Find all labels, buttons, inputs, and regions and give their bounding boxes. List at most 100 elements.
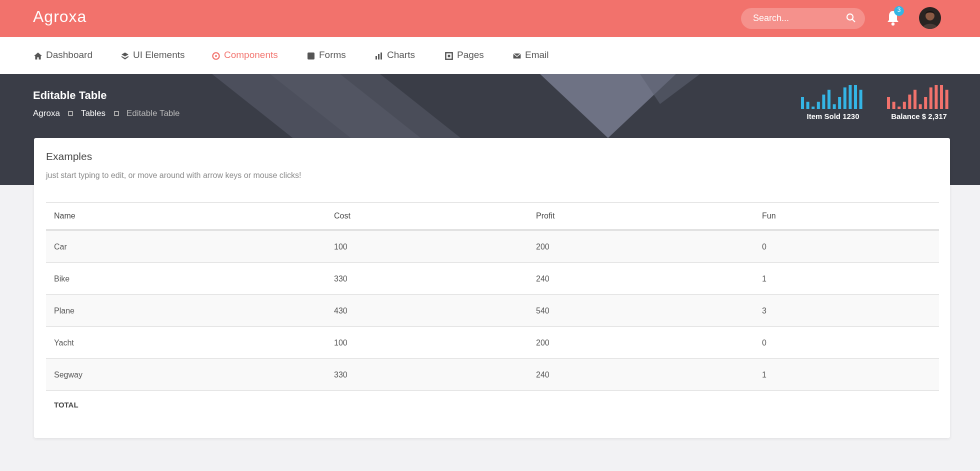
breadcrumb-item[interactable]: Tables [81,108,106,118]
nav-email[interactable]: Email [513,50,549,61]
table-cell[interactable]: 100 [334,338,347,347]
table-header-row: Name Cost Profit Fun [46,202,939,231]
sparkline-bar [848,85,852,109]
table-row: Segway 330 240 1 [46,359,939,391]
search-input[interactable]: Search... [753,13,789,23]
nav-pages[interactable]: Pages [445,50,484,61]
nav-label: Pages [457,50,484,61]
table-cell[interactable]: Plane [54,306,74,315]
table-total-row: TOTAL [46,391,939,419]
total-label: TOTAL [54,400,79,410]
nav-label: Charts [387,50,415,61]
breadcrumb-separator-icon [67,110,73,116]
sparkline-bar [929,87,933,109]
sparkline-bar [887,97,890,109]
table-cell[interactable]: Yacht [54,338,74,347]
balance-label: Balance $ 2,317 [891,112,947,121]
sparkline-bar [902,101,906,109]
breadcrumb: Agroxa Tables Editable Table [33,108,180,118]
nav-ui-elements[interactable]: UI Elements [121,50,185,61]
sparkline-bar [801,97,804,109]
table-cell[interactable]: 540 [536,306,549,315]
table-cell[interactable]: 240 [536,274,549,283]
breadcrumb-current: Editable Table [126,108,180,118]
table-cell[interactable]: 0 [762,338,766,347]
table-cell[interactable]: 200 [536,338,549,347]
sparkline-bar [822,94,826,109]
sparkline-bar [816,101,820,109]
table-cell[interactable]: 240 [536,370,549,379]
sparkline-bar [924,97,928,109]
sparkline-bar [838,97,842,109]
user-avatar[interactable] [919,7,941,29]
table-cell[interactable]: 0 [762,242,766,251]
search-box[interactable]: Search... [741,8,865,29]
nav-label: Forms [319,50,346,61]
sparkline-bar [859,89,863,109]
sparkline-bar [945,89,949,109]
sparkline-bar [832,104,836,109]
main-nav: Dashboard UI Elements Components Forms C… [0,37,980,74]
sparkline-bar [843,87,847,109]
table-cell[interactable]: 1 [762,370,766,379]
sparkline-bar [854,85,857,109]
examples-card: Examples just start typing to edit, or m… [34,138,950,438]
table-cell[interactable]: Car [54,242,67,251]
sparkline-bar [908,94,912,109]
nav-charts[interactable]: Charts [375,50,415,61]
column-header: Cost [334,211,351,221]
nav-components[interactable]: Components [212,50,278,61]
sparkline-bar [918,104,922,109]
breadcrumb-item[interactable]: Agroxa [33,108,60,118]
editable-table: Name Cost Profit Fun Car 100 200 0 Bike … [46,202,939,419]
table-cell[interactable]: 430 [334,306,347,315]
balance-sparkline [887,85,949,109]
nav-forms[interactable]: Forms [307,50,346,61]
items-sold-label: Item Sold 1230 [806,112,860,121]
column-header: Fun [762,211,776,221]
column-header: Name [54,211,76,221]
app-logo[interactable]: Agroxa [33,9,87,27]
sparkline-bar [811,106,815,109]
table-row: Plane 430 540 3 [46,295,939,327]
sparkline-bar [913,89,917,109]
nav-dashboard[interactable]: Dashboard [34,50,92,61]
pages-icon [445,51,453,60]
card-title: Examples [46,151,93,163]
home-icon [34,52,42,59]
nav-label: UI Elements [133,50,185,61]
form-icon [307,52,315,59]
table-cell[interactable]: Segway [54,370,82,379]
nav-label: Dashboard [46,50,93,61]
table-row: Bike 330 240 1 [46,263,939,295]
search-icon[interactable] [846,13,856,23]
top-bar: Agroxa Search... 3 [0,0,980,37]
table-cell[interactable]: 1 [762,274,766,283]
table-cell[interactable]: 100 [334,242,347,251]
sparkline-bar [897,106,901,109]
items-sold-sparkline [801,85,863,109]
table-row: Car 100 200 0 [46,231,939,263]
email-icon [513,52,521,58]
notification-count-badge: 3 [894,6,904,16]
page-title: Editable Table [33,90,107,102]
chart-icon [375,52,382,59]
table-cell[interactable]: 330 [334,274,347,283]
sparkline-bar [827,89,831,109]
sparkline-bar [806,101,810,109]
table-cell[interactable]: 3 [762,306,766,315]
table-row: Yacht 100 200 0 [46,327,939,359]
breadcrumb-separator-icon [113,110,119,116]
card-subtitle: just start typing to edit, or move aroun… [46,171,302,180]
sparkline-bar [892,101,896,109]
table-cell[interactable]: 200 [536,242,549,251]
sparkline-bar [940,85,943,109]
column-header: Profit [536,211,555,221]
table-cell[interactable]: 330 [334,370,347,379]
sparkline-bar [934,85,938,109]
palette-icon [212,51,220,60]
table-cell[interactable]: Bike [54,274,70,283]
nav-label: Components [224,50,278,61]
layers-icon [121,52,129,59]
nav-label: Email [525,50,549,61]
